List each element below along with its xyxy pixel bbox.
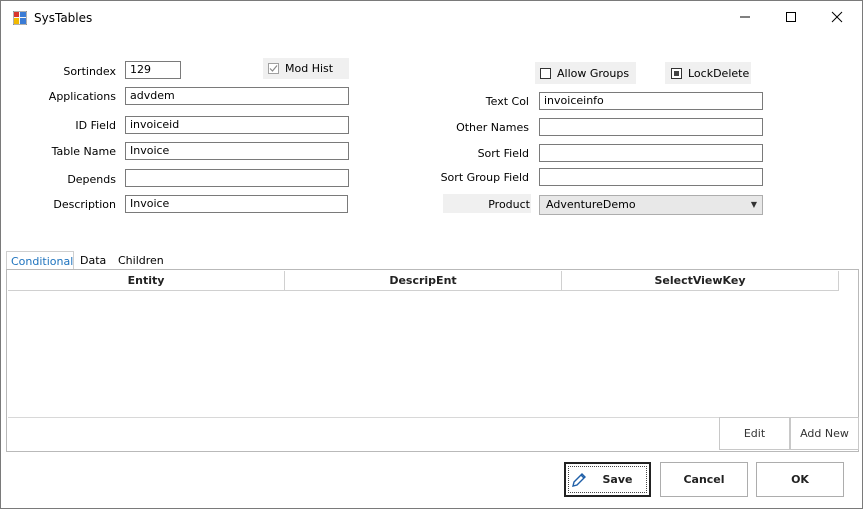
sort-field-label: Sort Field bbox=[477, 147, 529, 160]
tab-children[interactable]: Children bbox=[114, 251, 168, 270]
lock-delete-label: LockDelete bbox=[688, 67, 750, 80]
pencil-icon bbox=[572, 473, 586, 487]
table-name-label: Table Name bbox=[51, 145, 116, 158]
maximize-button[interactable] bbox=[768, 1, 814, 33]
product-label: Product bbox=[488, 198, 530, 211]
product-dropdown-value: AdventureDemo bbox=[546, 198, 636, 211]
maximize-icon bbox=[786, 12, 796, 22]
save-button[interactable]: Save bbox=[564, 462, 651, 497]
description-field[interactable]: Invoice bbox=[125, 195, 348, 213]
sort-field-input[interactable] bbox=[539, 144, 763, 162]
description-label: Description bbox=[53, 198, 116, 211]
depends-field[interactable] bbox=[125, 169, 349, 187]
title-bar[interactable]: SysTables bbox=[1, 1, 862, 33]
id-field-input[interactable]: invoiceid bbox=[125, 116, 349, 134]
column-header-entity[interactable]: Entity bbox=[8, 271, 285, 291]
applications-label: Applications bbox=[48, 90, 116, 103]
close-button[interactable] bbox=[814, 1, 860, 33]
chevron-down-icon: ▼ bbox=[750, 200, 757, 209]
checkbox-indeterminate-icon bbox=[671, 68, 682, 79]
text-col-label: Text Col bbox=[485, 95, 529, 108]
sort-group-field-label: Sort Group Field bbox=[440, 171, 529, 184]
mod-hist-label: Mod Hist bbox=[285, 62, 334, 75]
checkbox-check-icon bbox=[268, 63, 279, 74]
tab-data[interactable]: Data bbox=[76, 251, 110, 270]
sort-group-field-input[interactable] bbox=[539, 168, 763, 186]
table-name-field[interactable]: Invoice bbox=[125, 142, 349, 160]
id-field-label: ID Field bbox=[75, 119, 116, 132]
conditional-tab-panel: Entity DescripEnt SelectViewKey Edit Add… bbox=[6, 269, 859, 452]
ok-button[interactable]: OK bbox=[756, 462, 844, 497]
conditional-grid[interactable]: Entity DescripEnt SelectViewKey bbox=[8, 271, 858, 418]
column-header-descripent[interactable]: DescripEnt bbox=[285, 271, 562, 291]
tab-conditional[interactable]: Conditional bbox=[6, 251, 74, 270]
checkbox-empty-icon bbox=[540, 68, 551, 79]
minimize-button[interactable] bbox=[722, 1, 768, 33]
allow-groups-checkbox[interactable]: Allow Groups bbox=[540, 67, 629, 80]
minimize-icon bbox=[740, 16, 750, 18]
app-window-icon bbox=[13, 11, 27, 25]
lock-delete-checkbox[interactable]: LockDelete bbox=[671, 67, 749, 80]
text-col-field[interactable]: invoiceinfo bbox=[539, 92, 763, 110]
mod-hist-checkbox[interactable]: Mod Hist bbox=[268, 62, 333, 75]
other-names-label: Other Names bbox=[456, 121, 529, 134]
applications-field[interactable]: advdem bbox=[125, 87, 349, 105]
column-header-selectviewkey[interactable]: SelectViewKey bbox=[562, 271, 839, 291]
window-title: SysTables bbox=[34, 11, 93, 25]
close-icon bbox=[831, 11, 843, 23]
depends-label: Depends bbox=[67, 173, 116, 186]
systables-window: SysTables Sortindex 129 Mod Hist Applica… bbox=[0, 0, 863, 509]
cancel-button[interactable]: Cancel bbox=[660, 462, 748, 497]
sortindex-field[interactable]: 129 bbox=[125, 61, 181, 79]
sortindex-label: Sortindex bbox=[63, 65, 116, 78]
allow-groups-label: Allow Groups bbox=[557, 67, 630, 80]
other-names-field[interactable] bbox=[539, 118, 763, 136]
add-new-button[interactable]: Add New bbox=[790, 417, 859, 450]
product-dropdown[interactable]: AdventureDemo ▼ bbox=[539, 195, 763, 215]
edit-button[interactable]: Edit bbox=[719, 417, 790, 450]
